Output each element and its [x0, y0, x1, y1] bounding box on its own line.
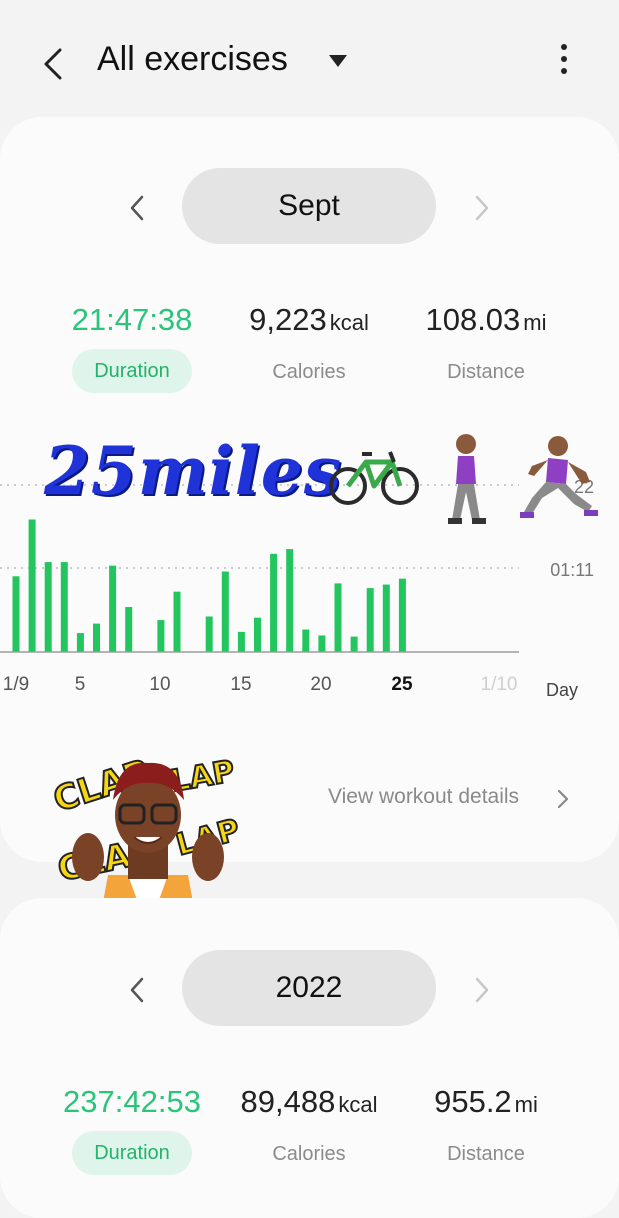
year-duration-tab[interactable]: Duration: [72, 1131, 192, 1175]
chart-bar: [205, 616, 213, 652]
chart-bar: [12, 576, 20, 652]
year-calories-tab[interactable]: Calories: [219, 1143, 399, 1166]
chart-bar: [382, 584, 390, 652]
view-workout-details-link[interactable]: View workout details: [328, 785, 519, 809]
person-running-icon: [520, 436, 598, 518]
chart-bar: [109, 565, 117, 652]
duration-tab[interactable]: Duration: [72, 349, 192, 393]
calories-stat: 9,223 kcal: [219, 302, 399, 338]
chart-bar: [366, 588, 374, 652]
calories-value: 9,223 kcal: [249, 302, 369, 337]
top-app-bar: All exercises: [0, 0, 619, 125]
chart-bar: [334, 583, 342, 652]
chart-bar: [398, 578, 406, 652]
person-walking-icon: [448, 434, 486, 524]
x-tick-label: 1/10: [481, 674, 518, 695]
chart-bar: [237, 631, 245, 652]
x-tick-label: 1/9: [3, 674, 29, 695]
sticker-caption: 25miles: [44, 432, 342, 510]
chart-bar: [350, 636, 358, 652]
chart-bar: [286, 549, 294, 652]
chart-bar: [28, 519, 36, 652]
year-calories-stat: 89,488 kcal: [219, 1084, 399, 1120]
year-selector[interactable]: 2022: [182, 950, 436, 1026]
chart-bar: [254, 617, 261, 652]
dropdown-caret-icon[interactable]: [329, 55, 347, 67]
chart-bar: [44, 562, 52, 652]
chart-bar: [302, 629, 310, 652]
chart-bar: [270, 553, 278, 652]
duration-value: 21:47:38: [71, 302, 193, 337]
year-calories-value: 89,488 kcal: [240, 1084, 378, 1119]
period-selector[interactable]: Sept: [182, 168, 436, 244]
year-distance-stat: 955.2 mi: [396, 1084, 576, 1120]
year-distance-value: 955.2 mi: [434, 1084, 538, 1119]
year-duration-stat: 237:42:53: [42, 1084, 222, 1120]
page-title[interactable]: All exercises: [97, 40, 288, 79]
next-year-chevron-icon[interactable]: [472, 975, 492, 1005]
y-tick-label: 01:11: [550, 560, 594, 580]
chart-bar: [93, 623, 100, 652]
chevron-right-icon[interactable]: [556, 788, 570, 810]
more-options-icon[interactable]: [552, 44, 576, 80]
next-period-chevron-icon[interactable]: [472, 193, 492, 223]
calories-tab[interactable]: Calories: [219, 361, 399, 384]
back-arrow-icon[interactable]: [38, 44, 70, 84]
chart-bar: [157, 620, 165, 652]
x-tick-label: 15: [230, 674, 251, 695]
chart-bar: [125, 607, 133, 652]
chart-bar: [318, 635, 326, 652]
x-tick-label: 5: [75, 674, 86, 695]
duration-stat: 21:47:38: [42, 302, 222, 338]
x-tick-label: 25: [391, 674, 413, 695]
distance-stat: 108.03 mi: [396, 302, 576, 338]
distance-value: 108.03 mi: [425, 302, 547, 337]
year-distance-tab[interactable]: Distance: [396, 1143, 576, 1166]
chart-bar: [76, 633, 84, 652]
x-axis-unit-label: Day: [546, 680, 578, 700]
chart-bar: [221, 571, 229, 652]
chart-bar: [173, 591, 181, 652]
previous-period-chevron-icon[interactable]: [127, 193, 147, 223]
distance-tab[interactable]: Distance: [396, 361, 576, 384]
x-tick-label: 10: [149, 674, 170, 695]
year-duration-value: 237:42:53: [63, 1084, 201, 1119]
x-tick-label: 20: [310, 674, 331, 695]
chart-bar: [60, 562, 68, 652]
previous-year-chevron-icon[interactable]: [127, 975, 147, 1005]
bicycle-icon: [329, 451, 419, 505]
